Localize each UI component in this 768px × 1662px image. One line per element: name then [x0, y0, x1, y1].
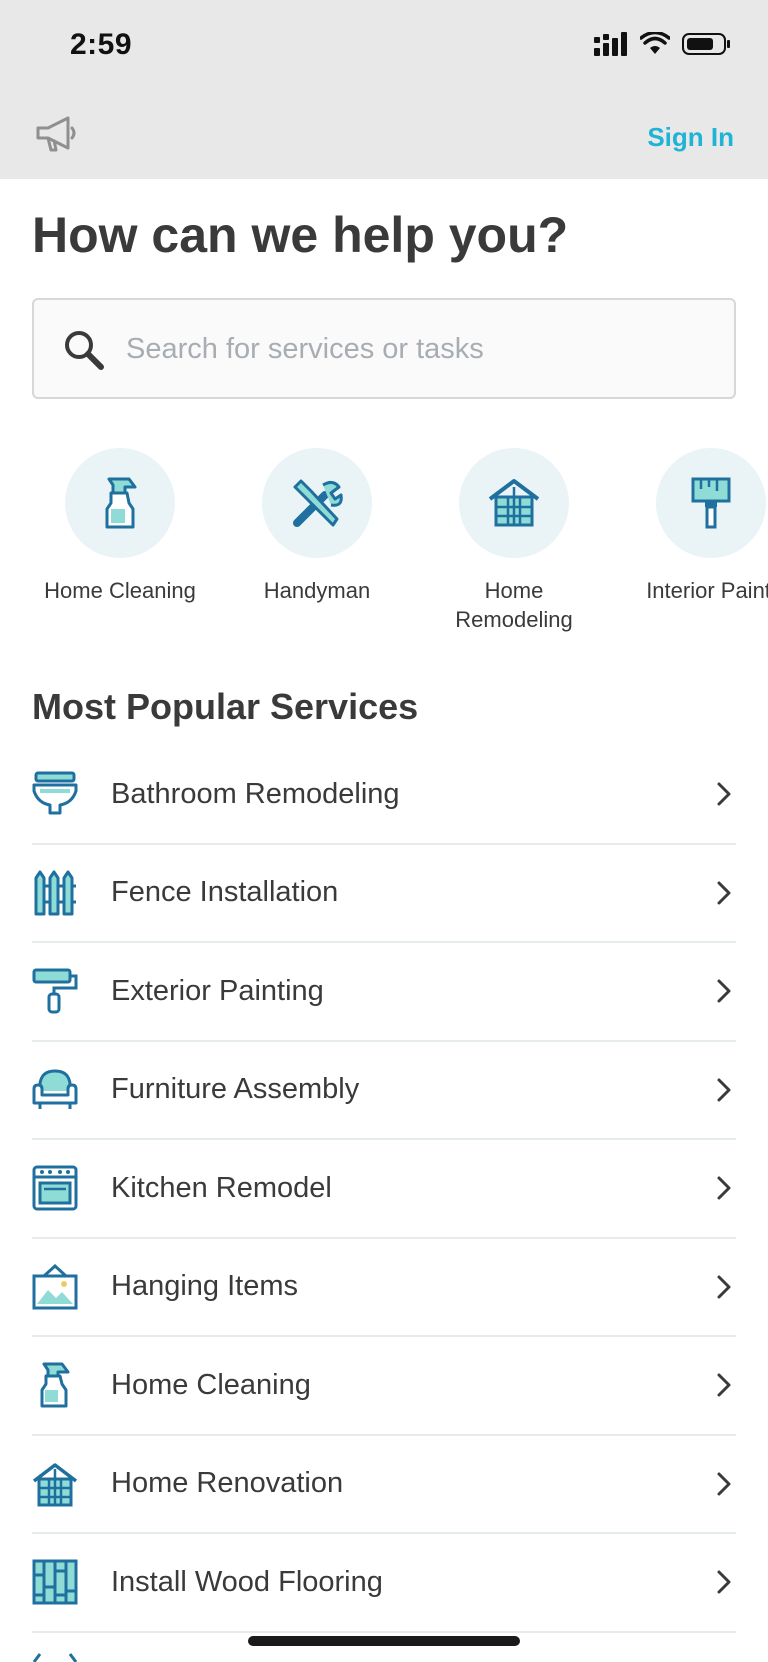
chevron-right-icon	[717, 1373, 731, 1397]
chevron-right-icon	[717, 881, 731, 905]
armchair-icon	[32, 1069, 78, 1109]
category-label: Home Remodeling	[455, 578, 573, 632]
service-label: Hanging Items	[111, 1270, 298, 1303]
category-home-remodeling[interactable]: Home Remodeling	[416, 448, 612, 634]
status-icons	[594, 32, 732, 56]
service-row-furniture-assembly[interactable]: Furniture Assembly	[32, 1042, 736, 1140]
service-row-home-renovation[interactable]: Home Renovation	[32, 1436, 736, 1534]
service-label: Bathroom Remodeling	[111, 777, 400, 810]
chevron-right-icon	[717, 979, 731, 1003]
search-icon	[65, 331, 104, 370]
oven-icon	[32, 1165, 78, 1211]
service-label: Furniture Assembly	[111, 1073, 360, 1106]
service-label: Fence Installation	[111, 876, 339, 909]
sign-in-link[interactable]: Sign In	[647, 122, 734, 153]
partial-next-row-icon	[32, 1653, 78, 1662]
service-row-exterior-painting[interactable]: Exterior Painting	[32, 943, 736, 1042]
category-label: Home Cleaning	[44, 578, 196, 603]
category-handyman[interactable]: Handyman	[219, 448, 415, 605]
section-title: Most Popular Services	[32, 686, 419, 727]
megaphone-icon[interactable]	[34, 114, 78, 154]
category-label: Handyman	[263, 578, 371, 603]
service-row-kitchen-remodel[interactable]: Kitchen Remodel	[32, 1140, 736, 1239]
category-interior-painting[interactable]: Interior Painti	[613, 448, 768, 605]
category-icon-circle	[262, 448, 372, 558]
service-row-bathroom-remodeling[interactable]: Bathroom Remodeling	[32, 746, 736, 845]
service-label: Exterior Painting	[111, 974, 324, 1007]
service-row-home-cleaning[interactable]: Home Cleaning	[32, 1337, 736, 1436]
paint-roller-icon	[32, 968, 78, 1014]
category-icon-circle	[65, 448, 175, 558]
category-home-cleaning[interactable]: Home Cleaning	[22, 448, 218, 605]
popular-services-list: Bathroom Remodeling Fence Installation E…	[32, 746, 736, 1633]
chevron-right-icon	[717, 1176, 731, 1200]
top-bar: Sign In	[0, 96, 768, 179]
chevron-right-icon	[717, 782, 731, 806]
search-box[interactable]	[32, 298, 736, 399]
wood-floor-icon	[32, 1559, 78, 1605]
page-title: How can we help you?	[32, 207, 569, 263]
service-row-install-wood-flooring[interactable]: Install Wood Flooring	[32, 1534, 736, 1633]
status-time: 2:59	[70, 28, 133, 61]
spray-bottle-icon	[105, 477, 137, 529]
fence-icon	[34, 870, 76, 916]
picture-frame-icon	[32, 1263, 78, 1310]
search-input[interactable]	[126, 322, 706, 376]
toilet-icon	[32, 771, 78, 815]
house-icon	[488, 479, 540, 527]
battery-icon	[682, 33, 730, 55]
category-carousel[interactable]: Home Cleaning Handyman Home Remodeling I…	[0, 448, 768, 648]
service-label: Home Cleaning	[111, 1368, 311, 1401]
house-icon	[32, 1463, 78, 1507]
service-label: Home Renovation	[111, 1467, 344, 1500]
chevron-right-icon	[717, 1275, 731, 1299]
service-row-hanging-items[interactable]: Hanging Items	[32, 1239, 736, 1337]
tools-icon	[293, 479, 343, 527]
category-label: Interior Painti	[646, 578, 768, 603]
service-label: Kitchen Remodel	[111, 1171, 332, 1204]
service-row-fence-installation[interactable]: Fence Installation	[32, 845, 736, 943]
category-icon-circle	[656, 448, 766, 558]
home-indicator	[248, 1636, 520, 1646]
chevron-right-icon	[717, 1570, 731, 1594]
category-icon-circle	[459, 448, 569, 558]
chevron-right-icon	[717, 1472, 731, 1496]
chevron-right-icon	[717, 1078, 731, 1102]
cellular-signal-icon	[594, 32, 627, 56]
status-bar: 2:59	[0, 0, 768, 96]
wifi-icon	[640, 32, 670, 54]
service-label: Install Wood Flooring	[111, 1565, 383, 1598]
paintbrush-icon	[691, 477, 731, 529]
spray-bottle-icon	[40, 1362, 70, 1408]
